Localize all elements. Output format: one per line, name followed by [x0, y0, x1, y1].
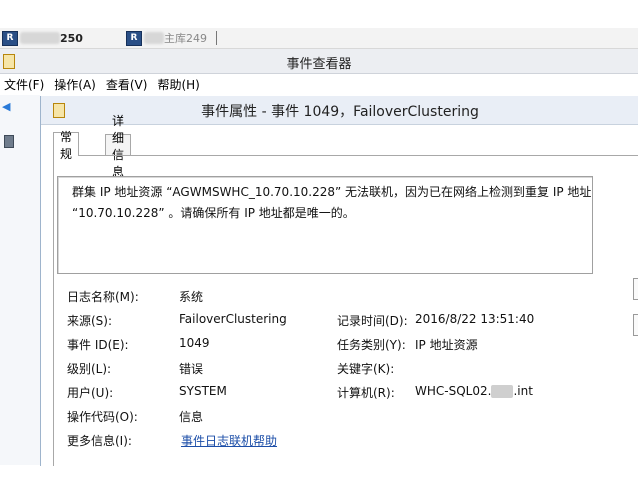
redacted-host [144, 32, 164, 44]
window-title: 事件查看器 [286, 57, 352, 72]
more-info-label: 更多信息(I): [67, 434, 132, 448]
dialog-title: 事件属性 - 事件 1049，FailoverClustering [201, 104, 479, 120]
remote-tab-249[interactable]: R 主库249 [126, 30, 207, 46]
logged-value: 2016/8/22 13:51:40 [415, 312, 535, 326]
event-description-box[interactable]: 群集 IP 地址资源 “AGWMSWHC_10.70.10.228” 无法联机，… [57, 176, 593, 274]
source-label: 来源(S): [67, 314, 113, 328]
opcode-value: 信息 [179, 410, 204, 424]
redacted-host [20, 32, 60, 44]
computer-value: WHC-SQL02. .int [415, 384, 533, 398]
remote-desktop-icon: R [2, 30, 18, 46]
log-book-icon [4, 135, 14, 148]
console-tree-strip [0, 95, 40, 465]
remote-tab-label: 250 [60, 31, 83, 45]
event-properties-dialog: 事件属性 - 事件 1049，FailoverClustering 常规 详细信… [40, 96, 638, 466]
back-arrow-icon[interactable]: ◀ [2, 101, 12, 112]
remote-tab-250[interactable]: R 250 [2, 30, 83, 46]
scroll-up-button[interactable] [633, 278, 638, 300]
remote-desktop-icon: R [126, 30, 142, 46]
tab-details[interactable]: 详细信息 [105, 114, 132, 179]
scroll-down-button[interactable] [633, 314, 638, 336]
level-label: 级别(L): [67, 362, 112, 376]
menu-help[interactable]: 帮助(H) [153, 76, 205, 93]
computer-label: 计算机(R): [337, 386, 395, 400]
remote-session-tabstrip: R 250 R 主库249 [0, 28, 638, 49]
logged-label: 记录时间(D): [337, 314, 408, 328]
computer-value-prefix: WHC-SQL02. [415, 384, 492, 398]
level-value: 错误 [179, 362, 204, 376]
keywords-label: 关键字(K): [337, 362, 395, 376]
tab-general[interactable]: 常规 [53, 130, 80, 161]
task-category-value: IP 地址资源 [415, 338, 478, 352]
source-value: FailoverClustering [179, 312, 287, 326]
computer-value-suffix: .int [513, 384, 533, 398]
tab-separator [216, 31, 217, 45]
log-name-label: 日志名称(M): [67, 290, 139, 304]
menu-action[interactable]: 操作(A) [50, 76, 102, 93]
event-description: 群集 IP 地址资源 “AGWMSWHC_10.70.10.228” 无法联机，… [72, 185, 592, 220]
window-titlebar: 事件查看器 [0, 49, 638, 74]
event-log-online-help-link[interactable]: 事件日志联机帮助 [181, 432, 277, 449]
opcode-label: 操作代码(O): [67, 410, 138, 424]
log-name-value: 系统 [179, 290, 204, 304]
user-value: SYSTEM [179, 384, 227, 398]
event-id-label: 事件 ID(E): [67, 338, 129, 352]
menu-file[interactable]: 文件(F) [0, 76, 50, 93]
redacted-domain [491, 385, 514, 398]
dialog-titlebar: 事件属性 - 事件 1049，FailoverClustering [41, 96, 638, 125]
event-id-value: 1049 [179, 336, 210, 350]
remote-tab-label: 主库249 [164, 32, 207, 45]
menu-bar: 文件(F) 操作(A) 查看(V) 帮助(H) [0, 74, 638, 94]
task-category-label: 任务类别(Y): [337, 338, 406, 352]
user-label: 用户(U): [67, 386, 114, 400]
menu-view[interactable]: 查看(V) [102, 76, 154, 93]
